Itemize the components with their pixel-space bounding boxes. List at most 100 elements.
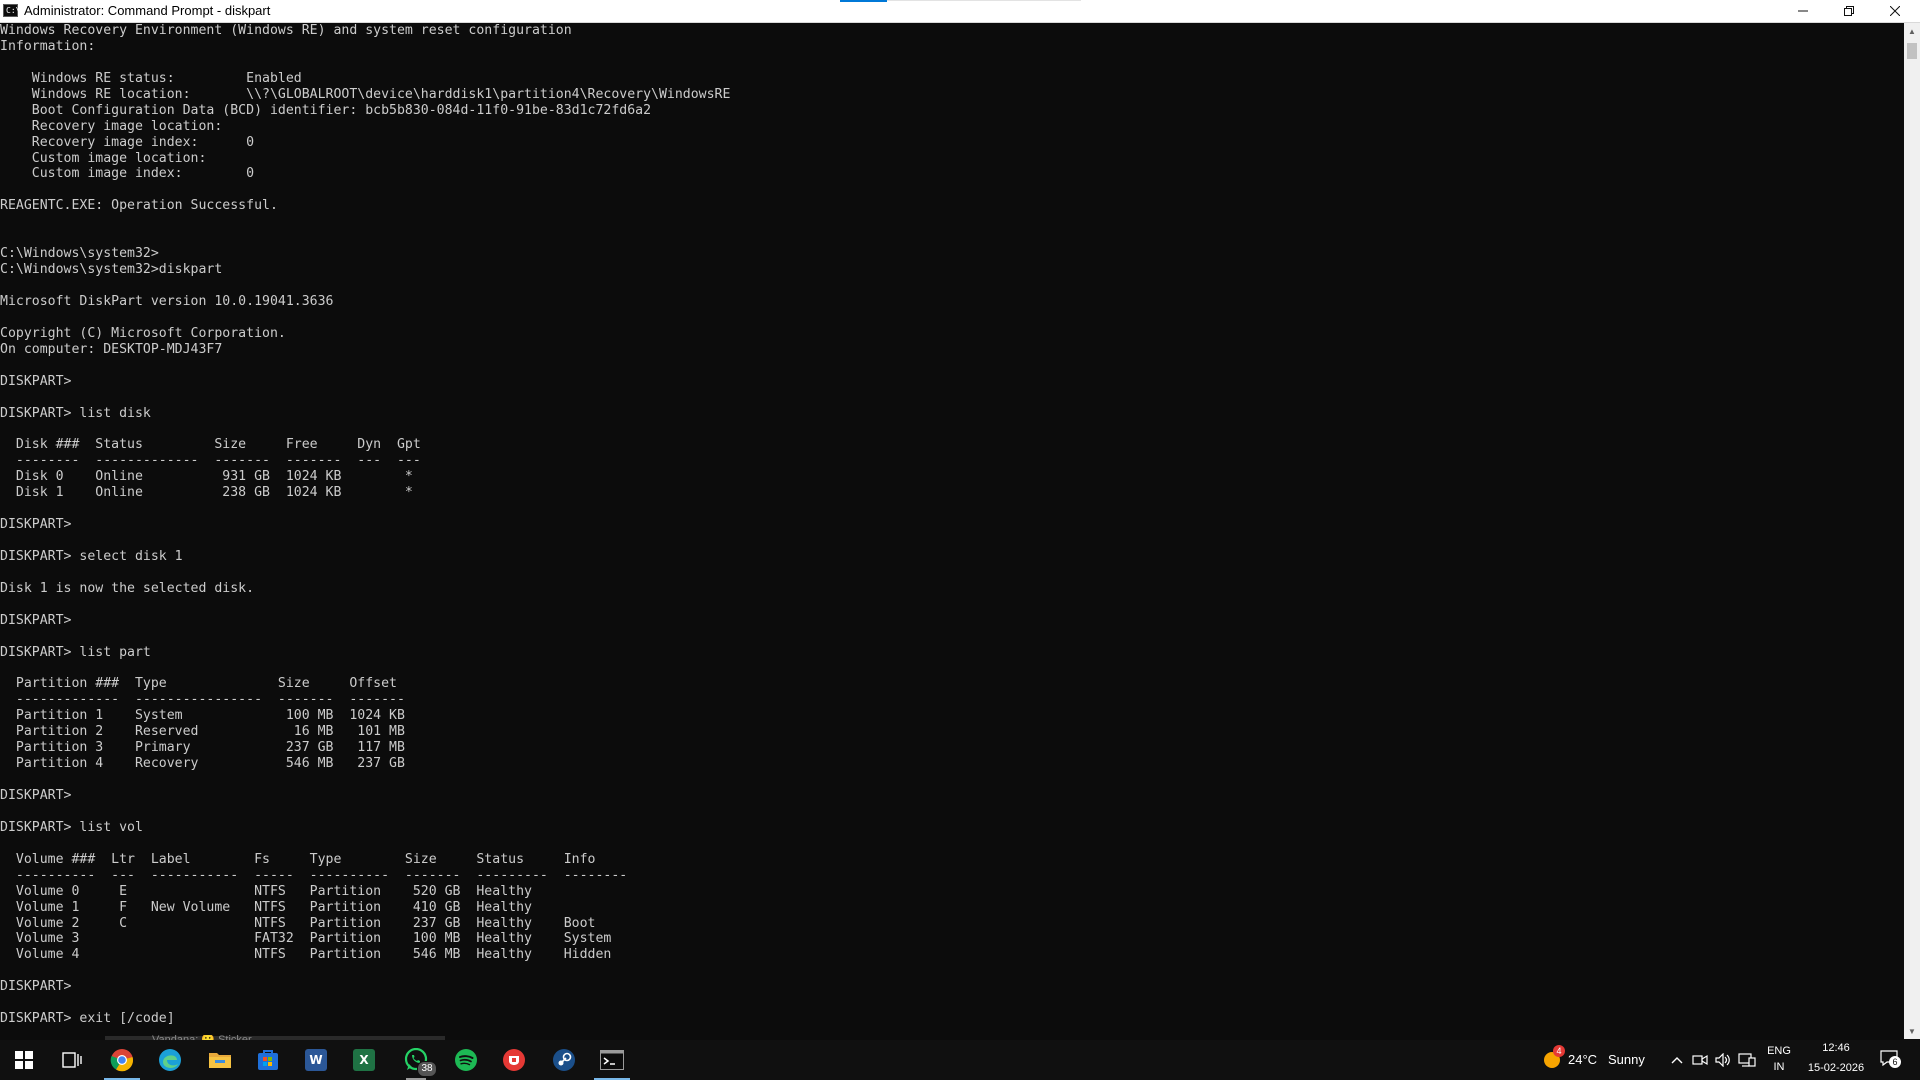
console-line: Volume 1 F New Volume NTFS Partition 410… bbox=[0, 899, 532, 915]
console-line: Partition ### Type Size Offset bbox=[0, 676, 397, 692]
console-line: Disk 1 Online 238 GB 1024 KB * bbox=[0, 485, 413, 501]
console-line: DISKPART> list disk bbox=[0, 405, 151, 421]
folder-icon bbox=[209, 1053, 231, 1068]
network-icon[interactable] bbox=[1737, 1050, 1757, 1070]
tab-accent-line bbox=[840, 0, 887, 2]
spotify-icon bbox=[455, 1049, 477, 1071]
show-hidden-icons-chevron-icon[interactable] bbox=[1667, 1050, 1687, 1070]
taskbar-spotify[interactable] bbox=[442, 1040, 490, 1080]
windows-logo-icon bbox=[15, 1051, 33, 1069]
language-indicator-bottom[interactable]: IN bbox=[1766, 1061, 1792, 1073]
weather-widget[interactable]: 4 24°C Sunny bbox=[1536, 1040, 1656, 1080]
console-line: Boot Configuration Data (BCD) identifier… bbox=[0, 102, 652, 118]
console-line: ---------- --- ----------- ----- -------… bbox=[0, 867, 628, 883]
title-bar[interactable]: C:\ Administrator: Command Prompt - disk… bbox=[0, 0, 1920, 23]
console-line: REAGENTC.EXE: Operation Successful. bbox=[0, 198, 278, 214]
restore-icon bbox=[1844, 6, 1854, 16]
console-line: Disk 0 Online 931 GB 1024 KB * bbox=[0, 469, 413, 485]
taskbar-red-app[interactable] bbox=[490, 1040, 538, 1080]
console-line: Microsoft DiskPart version 10.0.19041.36… bbox=[0, 293, 334, 309]
console-line: DISKPART> bbox=[0, 612, 72, 628]
taskbar-edge[interactable] bbox=[146, 1040, 194, 1080]
notification-count-badge: 6 bbox=[1889, 1056, 1901, 1068]
console-line: C:\Windows\system32> bbox=[0, 246, 159, 262]
console-line: DISKPART> bbox=[0, 979, 72, 995]
console-output[interactable]: Windows Recovery Environment (Windows RE… bbox=[0, 23, 1904, 1039]
taskbar: W X 38 4 24°C Sunny ENG IN 12:46 15-02-2… bbox=[0, 1040, 1920, 1080]
word-icon: W bbox=[305, 1049, 327, 1071]
minimize-button[interactable] bbox=[1780, 0, 1826, 22]
taskbar-microsoft-store[interactable] bbox=[244, 1040, 292, 1080]
command-prompt-icon: C:\ bbox=[3, 4, 20, 17]
console-line: DISKPART> bbox=[0, 517, 72, 533]
console-line: Custom image index: 0 bbox=[0, 166, 255, 182]
weather-alert-badge: 4 bbox=[1553, 1045, 1565, 1057]
excel-icon: X bbox=[353, 1049, 375, 1071]
console-line: Partition 3 Primary 237 GB 117 MB bbox=[0, 740, 405, 756]
console-line: Recovery image index: 0 bbox=[0, 134, 255, 150]
console-lines: Windows Recovery Environment (Windows RE… bbox=[0, 23, 1904, 1027]
console-line: On computer: DESKTOP-MDJ43F7 bbox=[0, 341, 223, 357]
taskbar-steam[interactable] bbox=[540, 1040, 588, 1080]
taskbar-whatsapp[interactable]: 38 bbox=[392, 1040, 440, 1080]
taskbar-command-prompt[interactable] bbox=[588, 1040, 636, 1080]
console-line: Information: bbox=[0, 38, 96, 54]
close-icon bbox=[1890, 6, 1900, 16]
taskbar-excel[interactable]: X bbox=[340, 1040, 388, 1080]
scroll-thumb[interactable] bbox=[1907, 43, 1917, 59]
console-line: Volume 0 E NTFS Partition 520 GB Healthy bbox=[0, 883, 532, 899]
close-button[interactable] bbox=[1872, 0, 1918, 22]
task-view-icon bbox=[62, 1052, 82, 1068]
console-line: C:\Windows\system32>diskpart bbox=[0, 262, 223, 278]
console-line: Partition 1 System 100 MB 1024 KB bbox=[0, 708, 405, 724]
meet-now-icon[interactable] bbox=[1690, 1050, 1710, 1070]
edge-icon bbox=[159, 1049, 181, 1071]
task-view-button[interactable] bbox=[48, 1040, 96, 1080]
console-line: -------- ------------- ------- ------- -… bbox=[0, 453, 421, 469]
language-indicator-top[interactable]: ENG bbox=[1766, 1045, 1792, 1057]
console-line: Partition 2 Reserved 16 MB 101 MB bbox=[0, 724, 405, 740]
console-line: Volume 2 C NTFS Partition 237 GB Healthy… bbox=[0, 915, 596, 931]
taskbar-file-explorer[interactable] bbox=[196, 1040, 244, 1080]
console-line: Volume 3 FAT32 Partition 100 MB Healthy … bbox=[0, 931, 612, 947]
volume-icon[interactable] bbox=[1713, 1050, 1733, 1070]
console-line: Windows RE status: Enabled bbox=[0, 70, 302, 86]
console-line: DISKPART> select disk 1 bbox=[0, 548, 183, 564]
weather-temperature: 24°C bbox=[1568, 1052, 1598, 1067]
console-line: DISKPART> bbox=[0, 373, 72, 389]
taskbar-chrome[interactable] bbox=[98, 1040, 146, 1080]
steam-icon bbox=[553, 1049, 575, 1071]
app-red-icon bbox=[503, 1049, 525, 1071]
notification-center-button[interactable]: 6 bbox=[1880, 1050, 1902, 1070]
console-line: DISKPART> list vol bbox=[0, 819, 143, 835]
restore-button[interactable] bbox=[1826, 0, 1872, 22]
taskbar-word[interactable]: W bbox=[292, 1040, 340, 1080]
console-line: Disk ### Status Size Free Dyn Gpt bbox=[0, 437, 421, 453]
whatsapp-unread-badge: 38 bbox=[417, 1061, 437, 1077]
start-button[interactable] bbox=[0, 1040, 48, 1080]
scroll-down-arrow-icon[interactable]: ▼ bbox=[1904, 1023, 1920, 1039]
console-line: Windows Recovery Environment (Windows RE… bbox=[0, 23, 572, 38]
vertical-scrollbar[interactable]: ▲ ▼ bbox=[1904, 23, 1920, 1039]
tab-line bbox=[887, 0, 1081, 1]
console-line: Disk 1 is now the selected disk. bbox=[0, 580, 255, 596]
clock-date[interactable]: 15-02-2026 bbox=[1798, 1062, 1874, 1074]
scroll-up-arrow-icon[interactable]: ▲ bbox=[1904, 23, 1920, 39]
console-line: Volume 4 NTFS Partition 546 MB Healthy H… bbox=[0, 947, 612, 963]
clock-time[interactable]: 12:46 bbox=[1798, 1042, 1874, 1054]
